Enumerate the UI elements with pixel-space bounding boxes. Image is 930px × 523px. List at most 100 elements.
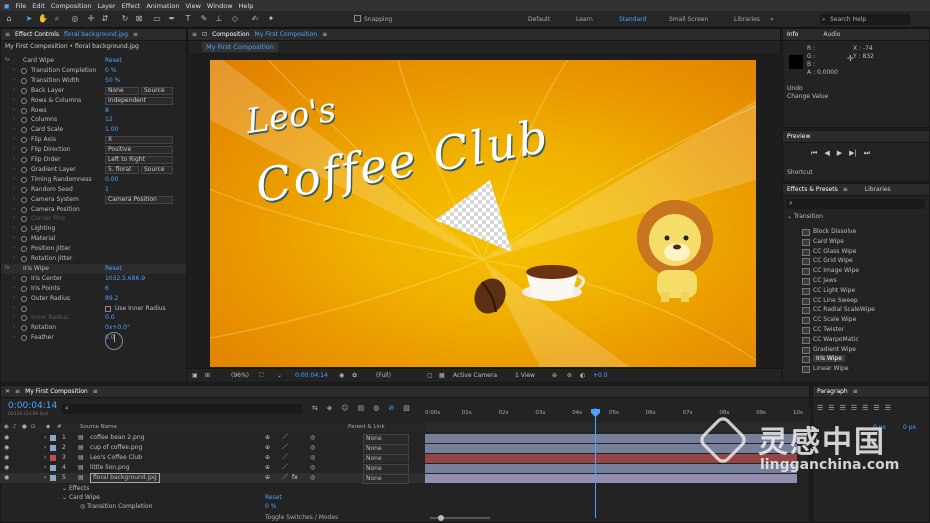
- fit-icon[interactable]: ⛶: [259, 372, 263, 380]
- effect-row-value[interactable]: 0.00: [105, 175, 118, 185]
- menu-item-layer[interactable]: Layer: [97, 2, 115, 10]
- workspace-standard[interactable]: Standard: [619, 16, 646, 23]
- stopwatch-icon[interactable]: [21, 216, 27, 223]
- comp-flowchart-icon[interactable]: ⇆: [312, 404, 318, 412]
- render-icon[interactable]: ⊕: [552, 372, 557, 379]
- effect-switch-icon[interactable]: fx: [292, 473, 298, 483]
- effects-presets-tab[interactable]: Effects & Presets: [787, 186, 838, 193]
- effect-row-random-seed[interactable]: › Random Seed 1: [1, 185, 186, 195]
- effect-item-cc-glass-wipe[interactable]: CC Glass Wipe: [813, 248, 856, 255]
- effect-controls-tab[interactable]: Effect Controls: [15, 31, 59, 38]
- card-wipe-group[interactable]: ⌄ Card Wipe: [62, 494, 100, 501]
- home-icon[interactable]: ⌂: [4, 14, 14, 24]
- effect-item-cc-grid-wipe[interactable]: CC Grid Wipe: [813, 257, 853, 264]
- zoom-tool-icon[interactable]: ⌕: [52, 14, 62, 24]
- effect-item-block-dissolve[interactable]: Block Dissolve: [813, 228, 856, 235]
- align-center-icon[interactable]: ☰: [828, 404, 834, 412]
- effect-row-flip-axis[interactable]: › Flip Axis X: [1, 135, 186, 145]
- menu-item-animation[interactable]: Animation: [146, 2, 179, 10]
- view-dropdown[interactable]: 1 View: [515, 372, 535, 379]
- effect-row-rotation[interactable]: › Rotation 0x+0.0°: [1, 323, 186, 333]
- effect-item-card-wipe[interactable]: Card Wipe: [813, 238, 844, 245]
- stopwatch-icon[interactable]: [21, 236, 27, 243]
- stopwatch-icon[interactable]: [21, 226, 27, 233]
- effect-row-dropdown[interactable]: Camera Position: [105, 195, 173, 204]
- align-right-icon[interactable]: ☰: [840, 404, 846, 412]
- stopwatch-icon[interactable]: [21, 77, 27, 84]
- parent-pickwhip-icon[interactable]: ◎: [310, 473, 315, 483]
- effect-row-value[interactable]: Reset: [105, 56, 122, 66]
- effect-item-cc-scale-wipe[interactable]: CC Scale Wipe: [813, 316, 856, 323]
- panel-menu-icon[interactable]: ≡: [5, 31, 10, 38]
- parent-dropdown[interactable]: None: [363, 474, 409, 484]
- layer-label-color[interactable]: [50, 475, 56, 481]
- stopwatch-icon[interactable]: [21, 295, 27, 302]
- parent-pickwhip-icon[interactable]: ◎: [310, 453, 315, 463]
- panel-menu-icon[interactable]: ≡: [853, 388, 858, 395]
- menu-item-help[interactable]: Help: [239, 2, 254, 10]
- expand-icon[interactable]: ›: [13, 195, 15, 205]
- expand-icon[interactable]: ›: [13, 323, 15, 333]
- effect-item-iris-wipe[interactable]: Iris Wipe: [813, 355, 845, 363]
- quality-switch-icon[interactable]: ／: [282, 463, 288, 473]
- workspace-menu-icon[interactable]: »: [770, 16, 774, 23]
- stopwatch-icon[interactable]: [21, 196, 27, 203]
- layer-row[interactable]: ◉ › 3 ▤ Leo's Coffee Club ⊕ ／ ◎ None: [0, 453, 425, 464]
- effect-row-position-jitter[interactable]: › Position Jitter: [1, 244, 186, 254]
- expand-icon[interactable]: ›: [13, 86, 15, 96]
- layer-label-color[interactable]: [50, 435, 56, 441]
- quality-switch-icon[interactable]: ／: [282, 443, 288, 453]
- expand-icon[interactable]: ›: [13, 234, 15, 244]
- audio-tab[interactable]: Audio: [823, 31, 840, 38]
- effect-row-feather[interactable]: › Feather 0.0: [1, 333, 186, 343]
- menu-item-window[interactable]: Window: [207, 2, 233, 10]
- effect-row-rows-columns[interactable]: › Rows & Columns Independent: [1, 96, 186, 106]
- layer-row[interactable]: ◉ › 1 ▤ coffee bean 2.png ⊕ ／ ◎ None: [0, 433, 425, 444]
- effect-item-cc-light-wipe[interactable]: CC Light Wipe: [813, 287, 855, 294]
- layer-expand-icon[interactable]: ›: [44, 463, 46, 473]
- stopwatch-icon[interactable]: [21, 117, 27, 124]
- layer-row[interactable]: ◉ › 4 ▤ little lion.png ⊕ ／ ◎ None: [0, 463, 425, 474]
- flowchart-icon[interactable]: ⊛: [567, 372, 572, 379]
- stopwatch-icon[interactable]: [21, 246, 27, 253]
- shy-icon[interactable]: ☺: [341, 404, 348, 412]
- effect-item-cc-warpomatic[interactable]: CC WarpoMatic: [813, 336, 859, 343]
- effect-row-camera-position[interactable]: › Camera Position: [1, 205, 186, 215]
- motion-blur-icon[interactable]: ◍: [373, 404, 379, 412]
- expand-icon[interactable]: ›: [13, 304, 15, 314]
- expand-icon[interactable]: ›: [13, 175, 15, 185]
- exposure-value[interactable]: +0.0: [593, 372, 608, 379]
- rectangle-tool-icon[interactable]: ▭: [152, 14, 162, 24]
- quality-switch-icon[interactable]: ／: [282, 473, 288, 483]
- toggle-switches-modes[interactable]: Toggle Switches / Modes: [265, 514, 338, 521]
- composition-subtab[interactable]: My First Composition: [202, 42, 278, 52]
- effect-row-value[interactable]: 1.00: [105, 125, 118, 135]
- effect-row-card-wipe[interactable]: fx Card Wipe Reset: [1, 56, 186, 66]
- expand-icon[interactable]: ›: [13, 205, 15, 215]
- eraser-tool-icon[interactable]: ◇: [230, 14, 240, 24]
- expand-icon[interactable]: ›: [13, 214, 15, 224]
- effect-row-value[interactable]: 6: [105, 284, 109, 294]
- effect-row-value[interactable]: 0 %: [105, 66, 116, 76]
- last-frame-icon[interactable]: ⏭: [864, 149, 870, 158]
- playhead[interactable]: [595, 408, 596, 518]
- layer-row[interactable]: ◉ › 2 ▤ cup of coffee.png ⊕ ／ ◎ None: [0, 443, 425, 454]
- color-icon[interactable]: ✿: [352, 372, 357, 379]
- justify-center-icon[interactable]: ☰: [862, 404, 868, 412]
- timeline-tab[interactable]: My First Composition: [25, 388, 88, 395]
- resolution-dropdown[interactable]: (Full): [376, 372, 391, 379]
- frame-blending-icon[interactable]: ▤: [358, 404, 365, 412]
- roto-brush-icon[interactable]: ✍: [250, 14, 260, 24]
- effect-item-cc-radial-scalewipe[interactable]: CC Radial ScaleWipe: [813, 306, 875, 313]
- transition-completion-value[interactable]: 0 %: [265, 503, 276, 510]
- effect-row-value[interactable]: 0x+0.0°: [105, 323, 130, 333]
- effect-row-use-inner-radius[interactable]: › Use Inner Radius: [1, 304, 186, 314]
- draft-3d-icon[interactable]: ◈: [327, 404, 332, 412]
- prev-frame-icon[interactable]: ◀: [824, 149, 829, 158]
- stopwatch-icon[interactable]: [21, 335, 27, 342]
- grid-icon[interactable]: ⊞: [205, 372, 210, 379]
- expand-icon[interactable]: ›: [13, 106, 15, 116]
- effect-row-rows[interactable]: › Rows 8: [1, 106, 186, 116]
- effect-item-cc-twister[interactable]: CC Twister: [813, 326, 844, 333]
- brush-tool-icon[interactable]: ✎: [199, 14, 209, 24]
